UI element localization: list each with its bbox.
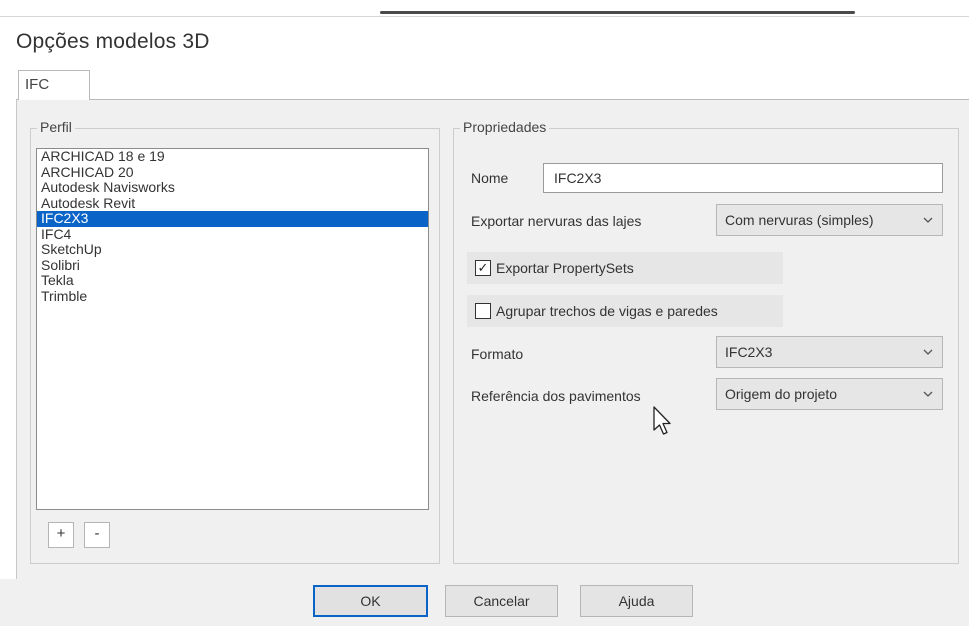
floor-ref-label: Referência dos pavimentos bbox=[471, 388, 641, 404]
group-segments-label: Agrupar trechos de vigas e paredes bbox=[496, 303, 718, 319]
group-segments-checkbox[interactable] bbox=[475, 303, 491, 319]
export-psets-label: Exportar PropertySets bbox=[496, 260, 634, 276]
top-divider bbox=[0, 16, 969, 17]
profile-item[interactable]: SketchUp bbox=[37, 241, 428, 258]
top-dark-bar bbox=[380, 11, 855, 14]
export-psets-checkbox[interactable]: ✓ bbox=[475, 260, 491, 276]
profile-group-label: Perfil bbox=[37, 119, 75, 135]
profile-item-selected[interactable]: IFC2X3 bbox=[37, 210, 428, 227]
ribs-select[interactable]: Com nervuras (simples) bbox=[716, 204, 943, 236]
profile-item[interactable]: ARCHICAD 18 e 19 bbox=[37, 148, 428, 165]
window-top-strip bbox=[0, 0, 969, 20]
remove-profile-button[interactable]: - bbox=[84, 522, 110, 548]
export-psets-row[interactable]: ✓ Exportar PropertySets bbox=[467, 252, 783, 284]
ribs-label: Exportar nervuras das lajes bbox=[471, 213, 642, 229]
ok-button[interactable]: OK bbox=[313, 585, 428, 617]
tab-ifc-label: IFC bbox=[25, 76, 50, 93]
profile-item[interactable]: Autodesk Navisworks bbox=[37, 179, 428, 196]
chevron-down-icon bbox=[922, 379, 934, 420]
floor-ref-select-value: Origem do projeto bbox=[725, 386, 838, 402]
cancel-button[interactable]: Cancelar bbox=[445, 585, 558, 617]
floor-ref-select[interactable]: Origem do projeto bbox=[716, 378, 943, 410]
tab-ifc[interactable]: IFC bbox=[18, 70, 90, 100]
format-select[interactable]: IFC2X3 bbox=[716, 336, 943, 368]
group-segments-row[interactable]: Agrupar trechos de vigas e paredes bbox=[467, 295, 783, 327]
profile-item[interactable]: Trimble bbox=[37, 288, 428, 305]
format-select-value: IFC2X3 bbox=[725, 344, 773, 360]
profile-item[interactable]: Autodesk Revit bbox=[37, 195, 428, 212]
chevron-down-icon bbox=[922, 205, 934, 246]
profile-item[interactable]: Tekla bbox=[37, 272, 428, 289]
dialog-title: Opções modelos 3D bbox=[16, 30, 210, 53]
mouse-pointer-icon bbox=[652, 406, 674, 443]
ribs-select-value: Com nervuras (simples) bbox=[725, 212, 874, 228]
name-label: Nome bbox=[471, 170, 509, 186]
dialog-footer: OK Cancelar Ajuda bbox=[0, 579, 969, 626]
chevron-down-icon bbox=[922, 337, 934, 378]
profile-item[interactable]: Solibri bbox=[37, 257, 428, 274]
add-profile-button[interactable]: + bbox=[48, 522, 74, 548]
profile-listbox[interactable]: ARCHICAD 18 e 19 ARCHICAD 20 Autodesk Na… bbox=[36, 148, 429, 510]
profile-item[interactable]: ARCHICAD 20 bbox=[37, 164, 428, 181]
name-field[interactable]: IFC2X3 bbox=[543, 163, 943, 193]
help-button[interactable]: Ajuda bbox=[580, 585, 693, 617]
profile-item[interactable]: IFC4 bbox=[37, 226, 428, 243]
format-label: Formato bbox=[471, 346, 524, 362]
properties-group-label: Propriedades bbox=[460, 119, 550, 135]
